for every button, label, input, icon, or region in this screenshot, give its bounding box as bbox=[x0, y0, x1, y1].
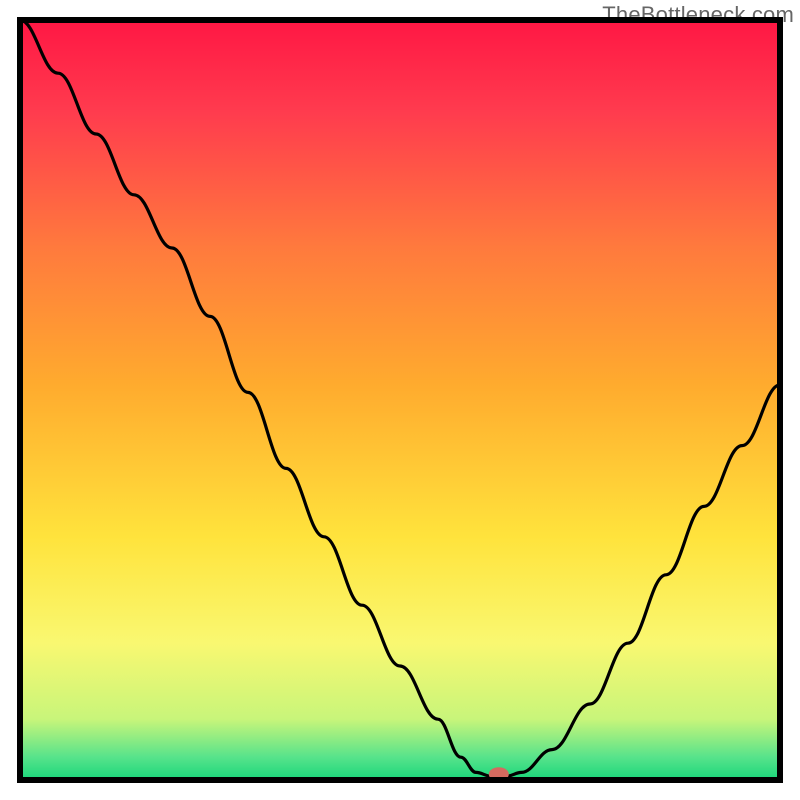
bottleneck-curve-chart bbox=[0, 0, 800, 800]
chart-canvas: TheBottleneck.com bbox=[0, 0, 800, 800]
